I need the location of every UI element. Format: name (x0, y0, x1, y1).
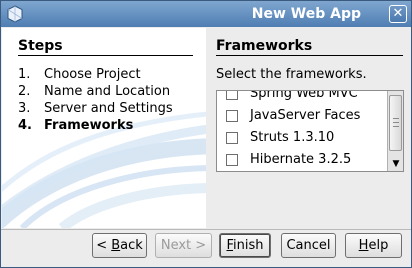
step-item: 3. Server and Settings (18, 101, 173, 116)
steps-list: 1. Choose Project 2. Name and Location 3. S… (18, 66, 173, 134)
title-bar[interactable]: New Web App ✕ (1, 1, 411, 27)
framework-item[interactable]: Struts 1.3.10 (217, 128, 382, 150)
app-icon (7, 5, 23, 23)
frameworks-list[interactable]: Spring Web MVC JavaServer Faces Struts 1… (216, 90, 404, 172)
window-title: New Web App (251, 6, 361, 22)
scrollbar-thumb[interactable] (389, 95, 402, 151)
next-button[interactable]: Next > (155, 233, 212, 258)
framework-checkbox[interactable] (226, 132, 238, 144)
framework-item[interactable]: Spring Web MVC (217, 90, 382, 106)
steps-divider (18, 55, 193, 56)
cancel-button[interactable]: Cancel (281, 233, 336, 258)
step-item: 1. Choose Project (18, 67, 141, 82)
frameworks-heading: Frameworks (216, 38, 313, 54)
steps-heading: Steps (18, 38, 63, 54)
footer-divider (1, 229, 411, 230)
steps-panel: Steps 1. Choose Project 2. Name and Locati… (2, 28, 206, 228)
framework-label: Hibernate 3.2.5 (250, 152, 352, 167)
finish-button[interactable]: Finish (219, 233, 271, 258)
step-item: 2. Name and Location (18, 84, 171, 99)
framework-checkbox[interactable] (226, 110, 238, 122)
step-label: Server and Settings (44, 101, 173, 116)
step-label: Frameworks (44, 118, 134, 133)
framework-label: Struts 1.3.10 (250, 130, 335, 145)
frameworks-scrollbar[interactable]: ▼ (387, 91, 403, 171)
frameworks-instruction: Select the frameworks. (216, 67, 367, 82)
framework-item[interactable]: JavaServer Faces (217, 106, 382, 128)
close-icon: ✕ (392, 6, 404, 21)
framework-label: JavaServer Faces (250, 108, 361, 123)
step-label: Name and Location (44, 84, 171, 99)
scroll-down-arrow-icon[interactable]: ▼ (390, 159, 402, 169)
new-web-app-dialog: New Web App ✕ Steps 1. Choose Project 2. N… (0, 0, 412, 268)
frameworks-divider (216, 55, 403, 56)
frameworks-panel: Frameworks Select the frameworks. Spring… (207, 28, 411, 228)
help-button[interactable]: Help (345, 233, 402, 258)
back-button[interactable]: < Back (92, 233, 147, 258)
framework-item[interactable]: Hibernate 3.2.5 (217, 150, 382, 171)
step-label: Choose Project (44, 67, 141, 82)
framework-label: Spring Web MVC (250, 90, 358, 101)
step-item-current: 4. Frameworks (18, 118, 134, 133)
framework-checkbox[interactable] (226, 154, 238, 166)
framework-checkbox[interactable] (226, 91, 238, 100)
close-button[interactable]: ✕ (389, 5, 407, 23)
